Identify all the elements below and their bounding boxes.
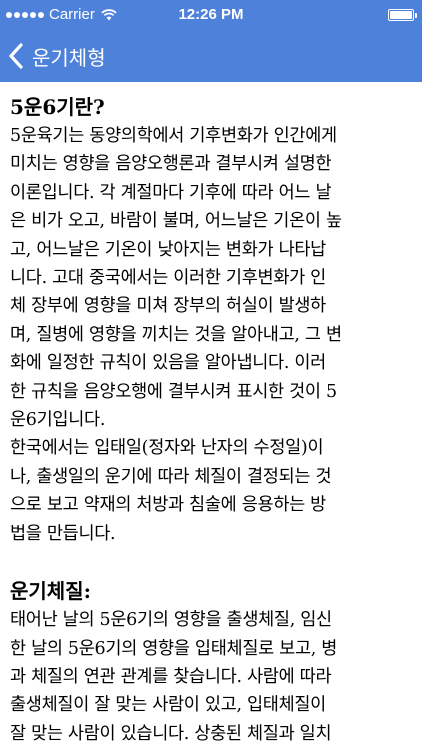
text-line: 한 날의 5운6기의 영향을 입태체질로 보고, 병 <box>10 638 338 659</box>
text-line: 잘 맞는 사람이 있습니다. 상충된 체질과 일치 <box>10 723 332 744</box>
text-line: 운6기입니다. <box>10 410 106 431</box>
text-line: 니다. 고대 중국에서는 이러한 기후변화가 인 <box>10 268 326 289</box>
paragraph: 한국에서는 입태일(정자와 난자의 수정일)이 나, 출생일의 운기에 따라 체… <box>10 434 414 548</box>
status-bar: Carrier 12:26 PM <box>0 0 422 30</box>
battery-full-icon <box>388 9 417 21</box>
text-line: 5운육기는 동양의학에서 기후변화가 인간에게 <box>10 126 337 146</box>
text-line: 법을 만듭니다. <box>10 523 116 544</box>
section-constitution: 운기체질: 태어난 날의 5운6기의 영향을 출생체질, 임신 한 날의 5운6… <box>10 576 414 748</box>
text-line: 이론입니다. 각 계절마다 기후에 따라 어느 날 <box>10 182 332 203</box>
text-line: 과 체질의 연관 관계를 찾습니다. 사람에 따라 <box>10 666 332 687</box>
section-title: 5운6기란? <box>10 95 105 119</box>
text-line: 미치는 영향을 음양오행론과 결부시켜 설명한 <box>10 154 332 175</box>
section-title: 운기체질: <box>10 579 91 604</box>
paragraph: 태어난 날의 5운6기의 영향을 출생체질, 임신 한 날의 5운6기의 영향을… <box>10 606 414 748</box>
section-intro: 5운6기란? 5운육기는 동양의학에서 기후변화가 인간에게 미치는 영향을 음… <box>10 92 414 548</box>
text-line: 체 장부에 영향을 미쳐 장부의 허실이 발생하 <box>10 296 326 317</box>
navigation-bar: 운기체형 <box>0 30 422 82</box>
text-line: 으로 보고 약재의 처방과 침술에 응용하는 방 <box>10 495 326 516</box>
article-content[interactable]: 5운6기란? 5운육기는 동양의학에서 기후변화가 인간에게 미치는 영향을 음… <box>10 92 414 750</box>
text-line: 은 비가 오고, 바람이 불며, 어느날은 기온이 높 <box>10 211 342 232</box>
text-line: 고, 어느날은 기온이 낮아지는 변화가 나타납 <box>10 239 326 260</box>
paragraph: 5운육기는 동양의학에서 기후변화가 인간에게 미치는 영향을 음양오행론과 결… <box>10 122 414 434</box>
text-line: 한 규칙을 음양오행에 결부시켜 표시한 것이 5 <box>10 381 337 402</box>
status-time: 12:26 PM <box>178 6 244 23</box>
text-line: 태어난 날의 5운6기의 영향을 출생체질, 임신 <box>10 610 332 631</box>
back-button[interactable]: 운기체형 <box>8 38 106 74</box>
text-line: 한국에서는 입태일(정자와 난자의 수정일)이 <box>10 438 324 459</box>
text-line: 화에 일정한 규칙이 있음을 알아냅니다. 이러 <box>10 353 326 374</box>
text-line: 나, 출생일의 운기에 따라 체질이 결정되는 것 <box>10 466 332 487</box>
chevron-left-icon <box>9 43 23 69</box>
nav-title: 운기체형 <box>32 45 106 70</box>
text-line: 며, 질병에 영향을 끼치는 것을 알아내고, 그 변 <box>10 324 342 345</box>
text-line: 출생체질이 잘 맞는 사람이 있고, 입태체질이 <box>10 695 326 716</box>
